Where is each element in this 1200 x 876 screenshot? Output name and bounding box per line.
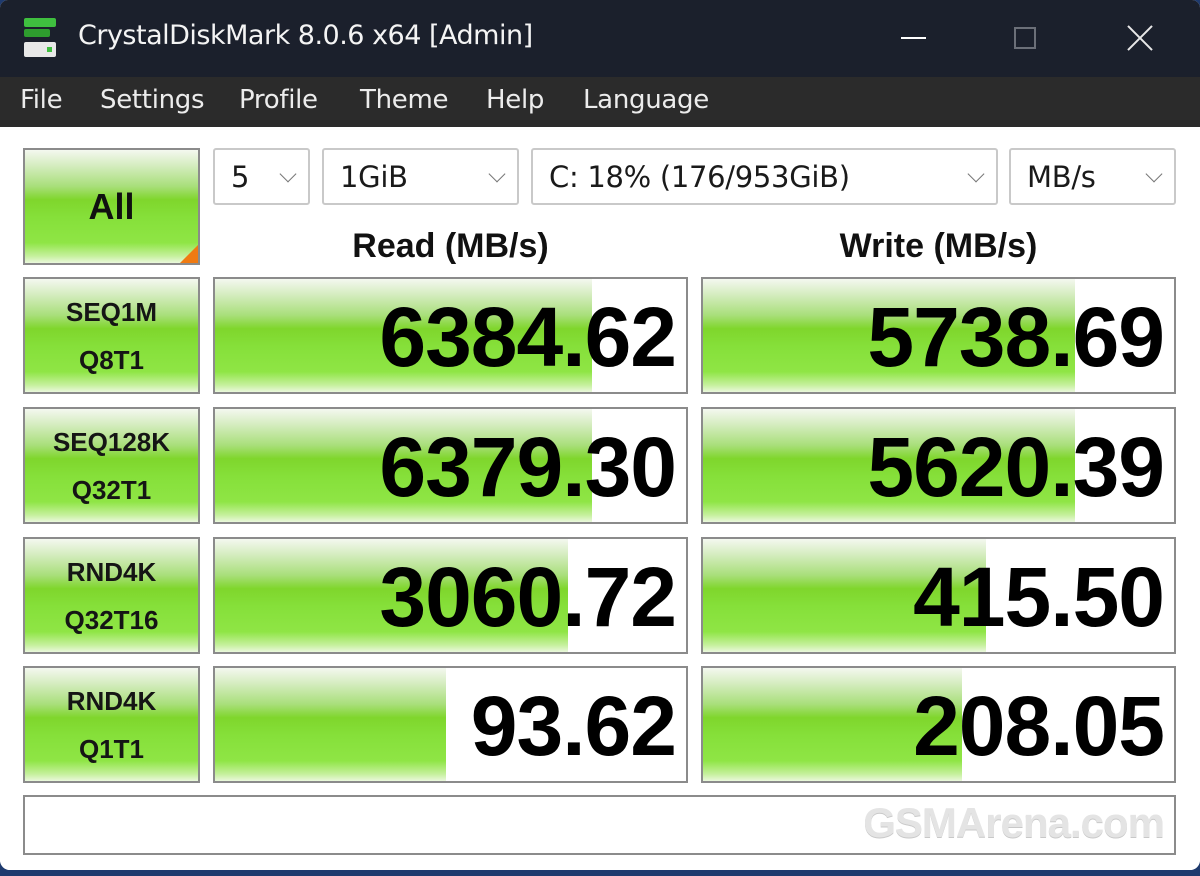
- app-window: CrystalDiskMark 8.0.6 x64 [Admin] File S…: [0, 0, 1200, 870]
- write-column-header: Write (MB/s): [839, 227, 1038, 265]
- read-value: 6379.30: [379, 420, 677, 514]
- minimize-icon: [900, 37, 926, 39]
- close-button[interactable]: [1110, 16, 1170, 60]
- title-bar[interactable]: CrystalDiskMark 8.0.6 x64 [Admin]: [0, 0, 1200, 77]
- unit-select[interactable]: MB/s: [1009, 148, 1176, 205]
- test-button-seq1m-q8t1[interactable]: SEQ1M Q8T1: [23, 277, 200, 394]
- result-write-seq1m-q8t1: 5738.69: [701, 277, 1176, 394]
- unit-value: MB/s: [1027, 160, 1096, 194]
- crystaldiskmark-app-icon: [24, 18, 56, 58]
- test-button-rnd4k-q32t16[interactable]: RND4K Q32T16: [23, 537, 200, 654]
- write-value: 208.05: [913, 679, 1165, 773]
- test-label-line1: RND4K: [66, 685, 157, 716]
- test-label-line2: Q1T1: [78, 733, 145, 764]
- main-panel: All 5 1GiB C: 18% (176/953GiB) MB/s Read…: [0, 127, 1200, 870]
- result-write-rnd4k-q1t1: 208.05: [701, 666, 1176, 783]
- test-count-value: 5: [231, 160, 250, 194]
- menu-help[interactable]: Help: [486, 85, 544, 115]
- read-value: 93.62: [470, 679, 677, 773]
- chevron-down-icon: [967, 165, 985, 183]
- maximize-button[interactable]: [995, 16, 1055, 60]
- test-label-line2: Q32T16: [64, 604, 159, 635]
- comment-field[interactable]: GSMArena.com: [23, 795, 1176, 855]
- close-icon: [1126, 24, 1154, 52]
- result-read-seq1m-q8t1: 6384.62: [213, 277, 688, 394]
- result-read-rnd4k-q32t16: 3060.72: [213, 537, 688, 654]
- test-button-seq128k-q32t1[interactable]: SEQ128K Q32T1: [23, 407, 200, 524]
- all-button-label: All: [88, 185, 135, 227]
- test-label-line1: SEQ128K: [52, 426, 171, 457]
- watermark: GSMArena.com: [863, 799, 1165, 846]
- chevron-down-icon: [279, 165, 297, 183]
- write-value: 5620.39: [867, 420, 1165, 514]
- write-value: 5738.69: [867, 290, 1165, 384]
- minimize-button[interactable]: [883, 16, 943, 60]
- drive-select[interactable]: C: 18% (176/953GiB): [531, 148, 998, 205]
- result-write-seq128k-q32t1: 5620.39: [701, 407, 1176, 524]
- all-tests-button[interactable]: All: [23, 148, 200, 265]
- menu-file[interactable]: File: [20, 85, 63, 115]
- test-label-line1: RND4K: [66, 556, 157, 587]
- result-read-seq128k-q32t1: 6379.30: [213, 407, 688, 524]
- test-size-value: 1GiB: [340, 160, 408, 194]
- corner-triangle-icon: [180, 245, 198, 263]
- menu-settings[interactable]: Settings: [100, 85, 205, 115]
- test-button-rnd4k-q1t1[interactable]: RND4K Q1T1: [23, 666, 200, 783]
- maximize-icon: [1014, 27, 1036, 49]
- result-write-rnd4k-q32t16: 415.50: [701, 537, 1176, 654]
- read-value: 3060.72: [379, 550, 677, 644]
- menu-theme[interactable]: Theme: [360, 85, 448, 115]
- test-count-select[interactable]: 5: [213, 148, 310, 205]
- read-column-header: Read (MB/s): [352, 227, 549, 265]
- window-title: CrystalDiskMark 8.0.6 x64 [Admin]: [78, 20, 533, 51]
- result-read-rnd4k-q1t1: 93.62: [213, 666, 688, 783]
- drive-value: C: 18% (176/953GiB): [549, 160, 850, 194]
- write-value: 415.50: [913, 550, 1165, 644]
- test-label-line1: SEQ1M: [65, 296, 158, 327]
- chevron-down-icon: [488, 165, 506, 183]
- test-label-line2: Q32T1: [71, 474, 152, 505]
- read-bar-fill: [215, 668, 446, 781]
- test-size-select[interactable]: 1GiB: [322, 148, 519, 205]
- read-value: 6384.62: [379, 290, 677, 384]
- menu-language[interactable]: Language: [583, 85, 709, 115]
- menu-profile[interactable]: Profile: [239, 85, 318, 115]
- test-label-line2: Q8T1: [78, 344, 145, 375]
- chevron-down-icon: [1145, 165, 1163, 183]
- menu-bar: File Settings Profile Theme Help Languag…: [0, 77, 1200, 127]
